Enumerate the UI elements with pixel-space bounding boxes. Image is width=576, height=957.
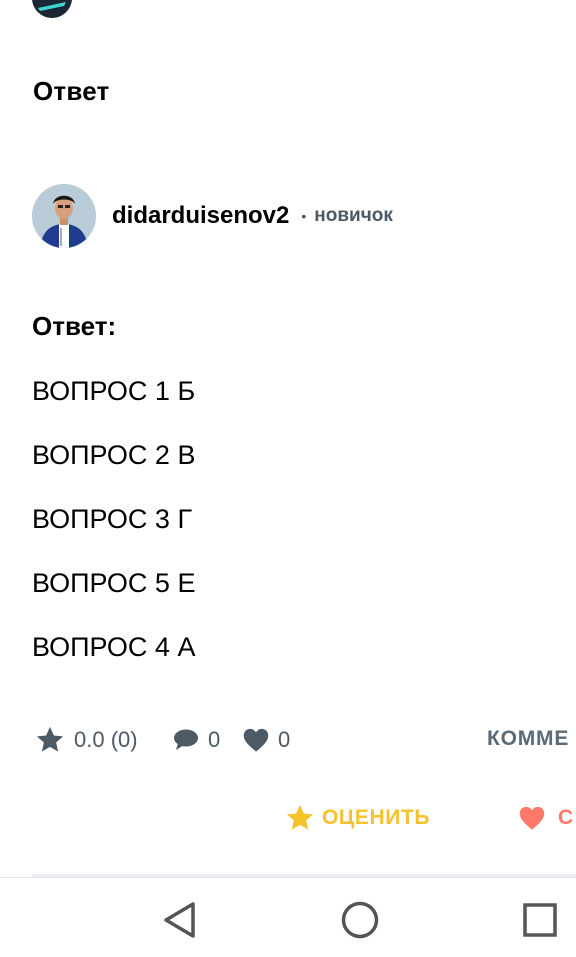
comments-stat[interactable]: 0 — [172, 727, 236, 753]
answer-line: ВОПРОС 2 В — [32, 440, 196, 470]
answer-lines: ВОПРОС 1 Б ВОПРОС 2 В ВОПРОС 3 Г ВОПРОС … — [32, 374, 195, 694]
comment-bubble-icon — [174, 729, 198, 750]
rating-stat: 0.0 (0) — [34, 724, 164, 756]
circle-home-icon — [341, 901, 379, 939]
likes-count: 0 — [278, 727, 291, 752]
thanks-button-label: С — [558, 806, 574, 829]
nav-home-button[interactable] — [340, 900, 380, 940]
comments-count: 0 — [208, 727, 221, 752]
answer-line: ВОПРОС 4 А — [32, 632, 196, 662]
user-avatar-icon — [32, 0, 72, 18]
rating-value: 0.0 (0) — [74, 727, 138, 752]
author-name[interactable]: didarduisenov2 — [112, 202, 289, 230]
nav-recent-button[interactable] — [520, 900, 560, 940]
heart-icon — [243, 728, 269, 752]
author-avatar[interactable] — [32, 184, 96, 248]
square-recent-icon — [523, 903, 557, 937]
section-title: Ответ — [33, 76, 110, 106]
answer-label: Ответ: — [32, 311, 117, 341]
author-separator: • — [301, 208, 307, 224]
top-user-avatar[interactable] — [32, 0, 72, 18]
answer-line: ВОПРОС 3 Г — [32, 504, 193, 534]
rate-button[interactable]: ОЦЕНИТЬ — [284, 802, 430, 834]
likes-stat[interactable]: 0 — [242, 727, 312, 753]
answer-line: ВОПРОС 5 Е — [32, 568, 196, 598]
user-avatar-icon — [32, 184, 96, 248]
comments-link[interactable]: КОММЕ — [487, 727, 569, 751]
author-row: didarduisenov2 • новичок — [32, 184, 393, 248]
rate-button-label: ОЦЕНИТЬ — [322, 806, 431, 829]
star-icon — [286, 804, 314, 830]
system-nav-bar — [0, 877, 576, 957]
star-icon — [36, 726, 64, 752]
answer-line: ВОПРОС 1 Б — [32, 376, 196, 406]
nav-back-button[interactable] — [160, 900, 200, 940]
triangle-back-icon — [164, 902, 195, 938]
author-rank: новичок — [314, 205, 393, 226]
thanks-button[interactable]: С — [518, 805, 573, 831]
answer-page: Ответ didarduisenov2 • новичок Ответ: ВО… — [0, 0, 576, 957]
heart-icon — [519, 806, 545, 830]
